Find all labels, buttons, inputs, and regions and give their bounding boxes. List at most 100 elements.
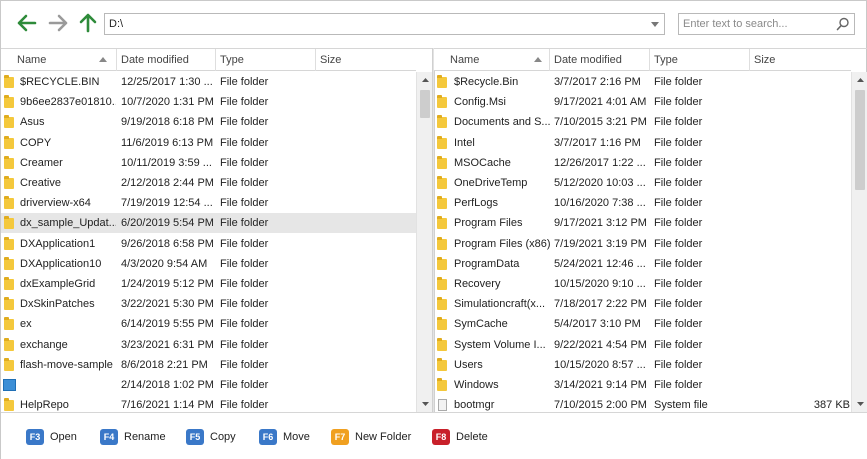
left-vertical-scrollbar[interactable] [416,72,433,412]
file-type-cell: File folder [220,217,269,230]
folder-icon [4,357,14,371]
file-row[interactable]: DxSkinPatches 3/22/2021 5:30 PM File folde… [1,294,416,314]
file-row[interactable]: PerfLogs 10/16/2020 7:38 ... File folder [434,193,851,213]
file-date-cell: 5/24/2021 12:46 ... [554,257,646,270]
file-row[interactable]: ex 6/14/2019 5:55 PM File folder [1,314,416,334]
file-row[interactable]: Program Files (x86) 7/19/2021 3:19 PM File… [434,234,851,254]
address-dropdown-button[interactable] [646,14,664,34]
file-date-cell: 6/20/2019 5:54 PM [121,217,214,230]
column-header-date[interactable]: Date modified [550,49,650,71]
file-row[interactable]: DXApplication10 4/3/2020 9:54 AM File fold… [1,254,416,274]
up-button[interactable] [77,12,99,34]
file-name-cell: Intel [454,136,475,149]
file-row[interactable]: Windows 3/14/2021 9:14 PM File folder [434,375,851,395]
column-header-size[interactable]: Size [750,49,851,71]
file-row[interactable]: driverview-x64 7/19/2019 12:54 ... File fo… [1,193,416,213]
file-date-cell: 3/7/2017 2:16 PM [554,76,641,88]
scroll-thumb[interactable] [420,90,430,118]
column-header-date[interactable]: Date modified [117,49,216,71]
file-row[interactable]: OneDriveTemp 5/12/2020 10:03 ... File fold… [434,173,851,193]
folder-icon [4,196,14,210]
column-header-type[interactable]: Type [216,49,316,71]
new-folder-command-button[interactable]: F7 New Folder [331,428,411,446]
file-type-cell: File folder [654,318,703,331]
file-date-cell: 6/14/2019 5:55 PM [121,318,214,331]
scroll-up-button[interactable] [417,72,433,88]
file-row[interactable]: Simulationcraft(x... 7/18/2017 2:22 PM Fil… [434,294,851,314]
file-row[interactable]: 2/14/2018 1:02 PM File folder [1,375,416,395]
column-header-name[interactable]: Name [13,49,117,71]
file-row[interactable]: Documents and S... 7/10/2015 3:21 PM File … [434,112,851,132]
delete-command-button[interactable]: F8 Delete [432,428,488,446]
scroll-thumb[interactable] [855,90,865,190]
file-type-cell: File folder [220,318,269,331]
file-row[interactable]: $Recycle.Bin 3/7/2017 2:16 PM File folder [434,72,851,92]
file-row[interactable]: HelpRepo 7/16/2021 1:14 PM File folder [1,395,416,412]
toolbar [1,1,867,47]
file-size-cell [754,375,850,395]
file-row[interactable]: flash-move-sample 8/6/2018 2:21 PM File fo… [1,355,416,375]
column-header-size[interactable]: Size [316,49,416,71]
folder-icon [4,75,14,88]
file-date-cell: 11/6/2019 6:13 PM [121,136,214,149]
search-input[interactable] [679,14,829,34]
copy-command-button[interactable]: F5 Copy [186,428,236,446]
rename-command-button[interactable]: F4 Rename [100,428,166,446]
file-size-cell [320,335,412,355]
file-row[interactable]: MSOCache 12/26/2017 1:22 ... File folder [434,153,851,173]
open-command-button[interactable]: F3 Open [26,428,77,446]
scroll-down-button[interactable] [852,396,867,412]
file-name-cell: $RECYCLE.BIN [20,76,100,88]
move-command-button[interactable]: F6 Move [259,428,310,446]
arrow-right-icon [48,14,68,32]
file-row[interactable]: DXApplication1 9/26/2018 6:58 PM File fold… [1,234,416,254]
file-date-cell: 9/22/2021 4:54 PM [554,338,647,351]
file-row[interactable]: bootmgr 7/10/2015 2:00 PM System file 387 K… [434,395,851,412]
file-type-cell: File folder [654,136,703,149]
file-size-cell [754,193,850,213]
file-row[interactable]: exchange 3/23/2021 6:31 PM File folder [1,335,416,355]
file-row[interactable]: Recovery 10/15/2020 9:10 ... File folder [434,274,851,294]
file-name-cell: ex [20,318,32,331]
file-row[interactable]: Users 10/15/2020 8:57 ... File folder [434,355,851,375]
file-size-cell [754,234,850,254]
function-key-badge: F8 [432,429,450,445]
file-size-cell [320,153,412,173]
file-row[interactable]: dxExampleGrid 1/24/2019 5:12 PM File folde… [1,274,416,294]
file-date-cell: 9/17/2021 4:01 AM [554,96,647,109]
file-row[interactable]: ProgramData 5/24/2021 12:46 ... File folde… [434,254,851,274]
file-row[interactable]: Config.Msi 9/17/2021 4:01 AM File folder [434,92,851,112]
file-row[interactable]: Intel 3/7/2017 1:16 PM File folder [434,133,851,153]
file-row[interactable]: dx_sample_Updat... 6/20/2019 5:54 PM File … [1,213,416,234]
file-row[interactable]: Program Files 9/17/2021 3:12 PM File folde… [434,213,851,233]
file-date-cell: 7/10/2015 3:21 PM [554,116,647,129]
file-row[interactable]: Asus 9/19/2018 6:18 PM File folder [1,112,416,132]
search-icon[interactable] [836,17,850,31]
file-row[interactable]: Creative 2/12/2018 2:44 PM File folder [1,173,416,193]
forward-button[interactable] [47,12,69,34]
file-row[interactable]: 9b6ee2837e01810... 10/7/2020 1:31 PM File … [1,92,416,112]
scroll-down-button[interactable] [417,396,433,412]
file-type-cell: File folder [220,156,269,169]
search-box[interactable] [678,13,855,35]
column-header-type[interactable]: Type [650,49,750,71]
back-button[interactable] [16,12,38,34]
function-key-badge: F4 [100,429,118,445]
scroll-up-button[interactable] [852,72,867,88]
file-row[interactable]: SymCache 5/4/2017 3:10 PM File folder [434,314,851,334]
file-date-cell: 7/16/2021 1:14 PM [121,399,214,412]
file-name-cell: driverview-x64 [20,197,91,210]
file-row[interactable]: COPY 11/6/2019 6:13 PM File folder [1,133,416,153]
file-row[interactable]: $RECYCLE.BIN 12/25/2017 1:30 ... File fold… [1,72,416,92]
file-row[interactable]: System Volume I... 9/22/2021 4:54 PM File … [434,335,851,355]
column-header-name[interactable]: Name [446,49,550,71]
folder-icon [437,357,447,371]
address-input[interactable] [105,14,645,34]
right-vertical-scrollbar[interactable] [851,72,867,412]
file-date-cell: 2/14/2018 1:02 PM [121,379,214,391]
file-size-cell [320,193,412,213]
folder-icon [4,398,14,412]
folder-icon [4,236,14,250]
file-row[interactable]: Creamer 10/11/2019 3:59 ... File folder [1,153,416,173]
address-bar[interactable] [104,13,665,35]
